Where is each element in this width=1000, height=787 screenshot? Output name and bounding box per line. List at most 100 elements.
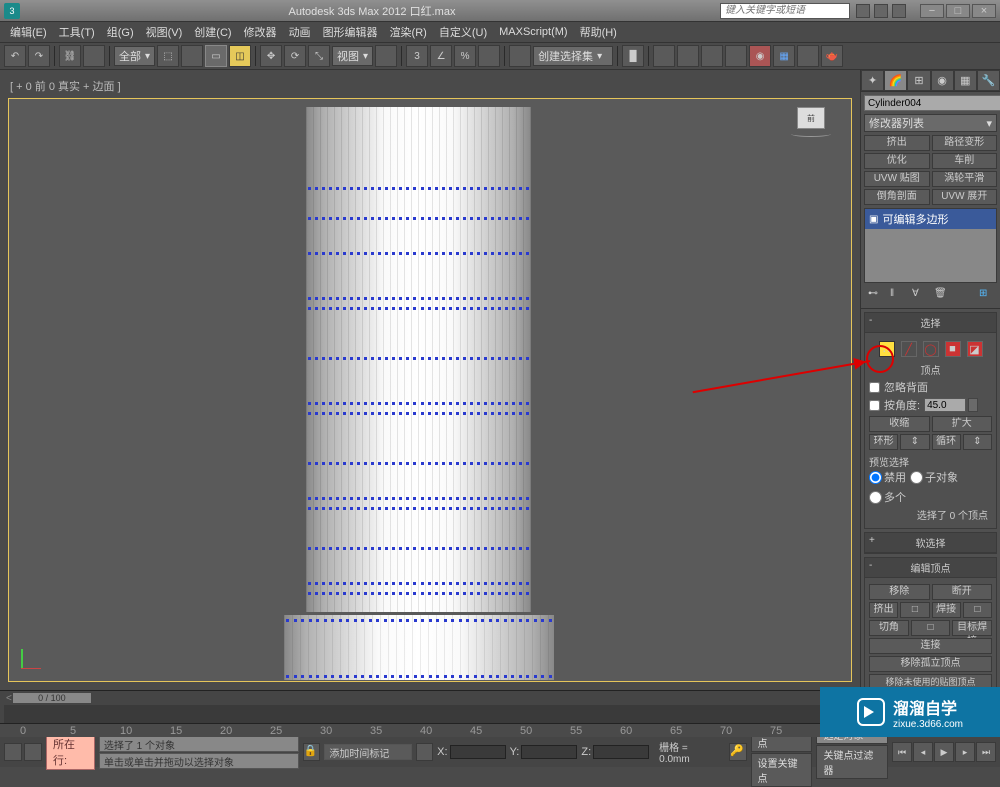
shrink-button[interactable]: 收缩: [869, 416, 930, 432]
rollout-softsel-header[interactable]: 软选择: [865, 533, 996, 553]
mod-extrude[interactable]: 挤出: [864, 135, 930, 151]
play-icon[interactable]: ▶: [934, 742, 954, 762]
hierarchy-tab-icon[interactable]: ⊞: [907, 70, 930, 91]
percent-snap-icon[interactable]: %: [454, 45, 476, 67]
subobj-vertex-icon[interactable]: ∴: [879, 341, 895, 357]
show-end-icon[interactable]: ‖: [890, 288, 904, 302]
viewport-label[interactable]: [ + 0 前 0 真实 + 边面 ]: [10, 78, 121, 94]
named-sel-set[interactable]: 创建选择集▾: [533, 46, 613, 66]
unique-icon[interactable]: ∀: [912, 288, 926, 302]
key-mode-icon[interactable]: 🔑: [729, 743, 746, 761]
spinner-snap-icon[interactable]: [478, 45, 500, 67]
select-icon[interactable]: ⬚: [157, 45, 179, 67]
menu-help[interactable]: 帮助(H): [576, 22, 621, 42]
angle-spinner[interactable]: [968, 398, 978, 412]
remove-iso-button[interactable]: 移除孤立顶点: [869, 656, 992, 672]
window-crossing-icon[interactable]: ◫: [229, 45, 251, 67]
ring-spinner[interactable]: ⇕: [900, 434, 929, 450]
create-tab-icon[interactable]: ✦: [861, 70, 884, 91]
goto-end-icon[interactable]: ⏭: [976, 742, 996, 762]
viewport-area[interactable]: [ + 0 前 0 真实 + 边面 ] 前: [0, 70, 860, 690]
add-time-tag[interactable]: 添加时间标记: [324, 744, 411, 760]
preview-multi-radio[interactable]: [869, 491, 882, 504]
lock-selection-icon[interactable]: 🔒: [303, 743, 320, 761]
stack-editable-poly[interactable]: ▣ 可编辑多边形: [865, 209, 996, 229]
rollout-editvert-header[interactable]: 编辑顶点: [865, 558, 996, 578]
preview-off-radio[interactable]: [869, 471, 882, 484]
lock-icon[interactable]: [24, 743, 42, 761]
material-icon[interactable]: ◉: [749, 45, 771, 67]
y-input[interactable]: [521, 745, 577, 759]
help-search-input[interactable]: [720, 3, 850, 19]
viewcube[interactable]: 前: [791, 107, 831, 142]
menu-render[interactable]: 渲染(R): [386, 22, 431, 42]
rollout-select-header[interactable]: 选择: [865, 313, 996, 333]
layers-icon[interactable]: [677, 45, 699, 67]
configure-icon[interactable]: ⊞: [979, 288, 993, 302]
mirror-icon[interactable]: ▐▌: [622, 45, 644, 67]
unlink-icon[interactable]: [83, 45, 105, 67]
scale-icon[interactable]: ⤡: [308, 45, 330, 67]
key-filter[interactable]: 关键点过滤器: [816, 745, 888, 779]
time-slider[interactable]: 0 / 100: [12, 692, 92, 704]
chamfer-opts[interactable]: □: [911, 620, 951, 636]
menu-graph[interactable]: 图形编辑器: [319, 22, 382, 42]
render-icon[interactable]: 🫖: [821, 45, 843, 67]
loop-button[interactable]: 循环: [932, 434, 961, 450]
rotate-icon[interactable]: ⟳: [284, 45, 306, 67]
menu-group[interactable]: 组(G): [103, 22, 138, 42]
object-name-input[interactable]: [864, 95, 1000, 111]
schematic-icon[interactable]: [725, 45, 747, 67]
extrude-opts[interactable]: □: [900, 602, 929, 618]
snap-icon[interactable]: 3: [406, 45, 428, 67]
minimize-button[interactable]: −: [920, 4, 944, 18]
grow-button[interactable]: 扩大: [932, 416, 993, 432]
loop-spinner[interactable]: ⇕: [963, 434, 992, 450]
selection-filter[interactable]: 全部▾: [114, 46, 155, 66]
weld-button[interactable]: 焊接: [932, 602, 961, 618]
connect-button[interactable]: 连接: [869, 638, 992, 654]
rect-select-icon[interactable]: ▭: [205, 45, 227, 67]
menu-modifiers[interactable]: 修改器: [240, 22, 281, 42]
remove-mod-icon[interactable]: 🗑: [934, 288, 948, 302]
edit-named-sel-icon[interactable]: [509, 45, 531, 67]
mod-uvwmap[interactable]: UVW 贴图: [864, 171, 930, 187]
favorite-icon[interactable]: [892, 4, 906, 18]
modifier-list-dropdown[interactable]: 修改器列表▾: [864, 114, 997, 132]
goto-start-icon[interactable]: ⏮: [892, 742, 912, 762]
menu-custom[interactable]: 自定义(U): [435, 22, 491, 42]
undo-icon[interactable]: ↶: [4, 45, 26, 67]
mod-turbosmooth[interactable]: 涡轮平滑: [932, 171, 998, 187]
pin-stack-icon[interactable]: ⊷: [868, 288, 882, 302]
ring-button[interactable]: 环形: [869, 434, 898, 450]
targetweld-button[interactable]: 目标焊接: [952, 620, 992, 636]
preview-sub-radio[interactable]: [910, 471, 923, 484]
mod-bevelprofile[interactable]: 倒角剖面: [864, 189, 930, 205]
menu-view[interactable]: 视图(V): [142, 22, 187, 42]
x-input[interactable]: [450, 745, 506, 759]
remove-button[interactable]: 移除: [869, 584, 930, 600]
z-input[interactable]: [593, 745, 649, 759]
subobj-border-icon[interactable]: ◯: [923, 341, 939, 357]
next-frame-icon[interactable]: ▸: [955, 742, 975, 762]
menu-animation[interactable]: 动画: [285, 22, 315, 42]
menu-create[interactable]: 创建(C): [190, 22, 235, 42]
setkey-button[interactable]: 设置关键点: [751, 753, 813, 787]
pivot-icon[interactable]: [375, 45, 397, 67]
ref-coord[interactable]: 视图▾: [332, 46, 373, 66]
mod-uvwunwrap[interactable]: UVW 展开: [932, 189, 998, 205]
angle-snap-icon[interactable]: ∠: [430, 45, 452, 67]
render-frame-icon[interactable]: [797, 45, 819, 67]
mod-pathdeform[interactable]: 路径变形: [932, 135, 998, 151]
render-setup-icon[interactable]: ▦: [773, 45, 795, 67]
by-angle-check[interactable]: [869, 400, 880, 411]
align-icon[interactable]: [653, 45, 675, 67]
utilities-tab-icon[interactable]: 🔧: [977, 70, 1000, 91]
curve-editor-icon[interactable]: [701, 45, 723, 67]
maximize-button[interactable]: □: [946, 4, 970, 18]
subobj-polygon-icon[interactable]: ■: [945, 341, 961, 357]
menu-tools[interactable]: 工具(T): [55, 22, 99, 42]
close-button[interactable]: ×: [972, 4, 996, 18]
link-icon[interactable]: ⛓: [59, 45, 81, 67]
move-icon[interactable]: ✥: [260, 45, 282, 67]
